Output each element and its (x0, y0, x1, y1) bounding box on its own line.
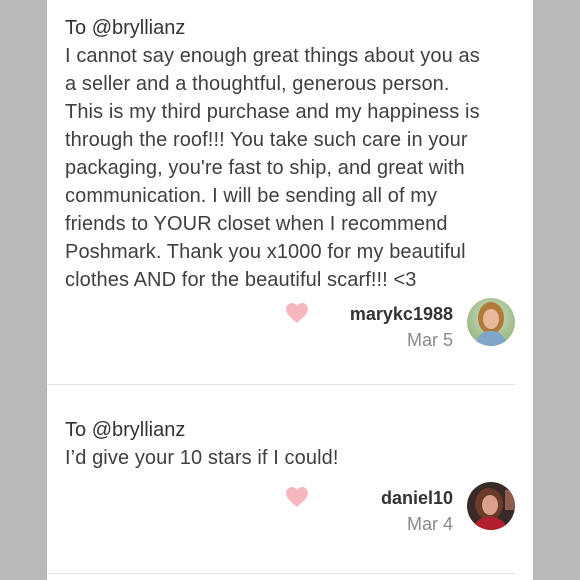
message-line: This is my third purchase and my happine… (65, 101, 480, 123)
message-line: I cannot say enough great things about y… (65, 45, 480, 67)
recipient-handle[interactable]: @bryllianz (92, 419, 186, 441)
review-author: marykc1988 Mar 5 (285, 298, 515, 354)
review-card: To @bryllianz I cannot say enough great … (65, 14, 515, 350)
message-line: through the roof!!! You take such care i… (65, 129, 468, 151)
message-line: communication. I will be sending all of … (65, 185, 438, 207)
review-divider (47, 573, 515, 574)
recipient-handle[interactable]: @bryllianz (92, 17, 186, 39)
reviews-panel: To @bryllianz I cannot say enough great … (47, 0, 533, 580)
right-gray-margin (533, 0, 580, 580)
heart-icon[interactable] (285, 302, 309, 324)
review-date: Mar 4 (406, 514, 453, 534)
message-line: Poshmark. Thank you x1000 for my beautif… (65, 241, 466, 263)
user-avatar[interactable] (467, 298, 515, 346)
review-recipient: To @bryllianz (65, 416, 515, 444)
message-line: packaging, you're fast to ship, and grea… (65, 157, 465, 179)
message-line: friends to YOUR closet when I recommend (65, 213, 448, 235)
review-recipient: To @bryllianz (65, 14, 515, 42)
username[interactable]: daniel10 (381, 486, 453, 510)
message-line: I’d give your 10 stars if I could! (65, 447, 339, 469)
message-line: a seller and a thoughtful, generous pers… (65, 73, 450, 95)
left-gray-margin (0, 0, 47, 580)
review-card: To @bryllianz I’d give your 10 stars if … (65, 416, 515, 534)
review-message: I cannot say enough great things about y… (65, 42, 515, 294)
heart-icon[interactable] (285, 486, 309, 508)
review-message: I’d give your 10 stars if I could! (65, 444, 515, 472)
username[interactable]: marykc1988 (350, 302, 453, 326)
to-prefix: To (65, 419, 87, 441)
review-divider (47, 384, 515, 385)
message-line: clothes AND for the beautiful scarf!!! <… (65, 269, 417, 291)
to-prefix: To (65, 17, 87, 39)
review-date: Mar 5 (406, 330, 453, 350)
review-author: daniel10 Mar 4 (285, 482, 515, 538)
user-avatar[interactable] (467, 482, 515, 530)
